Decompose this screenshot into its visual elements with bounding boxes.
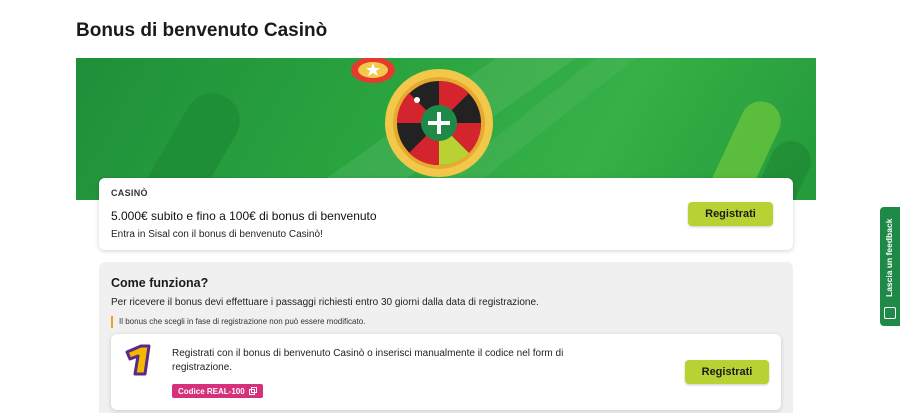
copy-icon[interactable]	[248, 387, 257, 395]
feedback-label: Lascia un feedback	[884, 218, 894, 297]
register-button[interactable]: Registrati	[688, 202, 773, 226]
feedback-tab[interactable]: Lascia un feedback	[880, 207, 900, 326]
feedback-icon	[884, 307, 896, 319]
promo-code-badge[interactable]: Codice REAL-100	[172, 384, 263, 398]
how-it-works-description: Per ricevere il bonus devi effettuare i …	[111, 297, 539, 308]
page-title: Bonus di benvenuto Casinò	[76, 20, 328, 41]
step-number-icon	[125, 344, 151, 376]
step-register-button[interactable]: Registrati	[685, 360, 769, 384]
promo-category: CASINÒ	[111, 188, 148, 198]
promo-headline: 5.000€ subito e fino a 100€ di bonus di …	[111, 209, 377, 223]
promo-code-label: Codice REAL-100	[178, 386, 245, 396]
step-text: Registrati con il bonus di benvenuto Cas…	[172, 348, 564, 373]
how-it-works-title: Come funziona?	[111, 276, 209, 290]
warning-note: Il bonus che scegli in fase di registraz…	[111, 316, 365, 328]
how-it-works-section: Come funziona? Per ricevere il bonus dev…	[99, 262, 793, 413]
step-card: Registrati con il bonus di benvenuto Cas…	[111, 334, 781, 410]
promo-subtitle: Entra in Sisal con il bonus di benvenuto…	[111, 229, 323, 240]
promo-card: CASINÒ 5.000€ subito e fino a 100€ di bo…	[99, 178, 793, 250]
